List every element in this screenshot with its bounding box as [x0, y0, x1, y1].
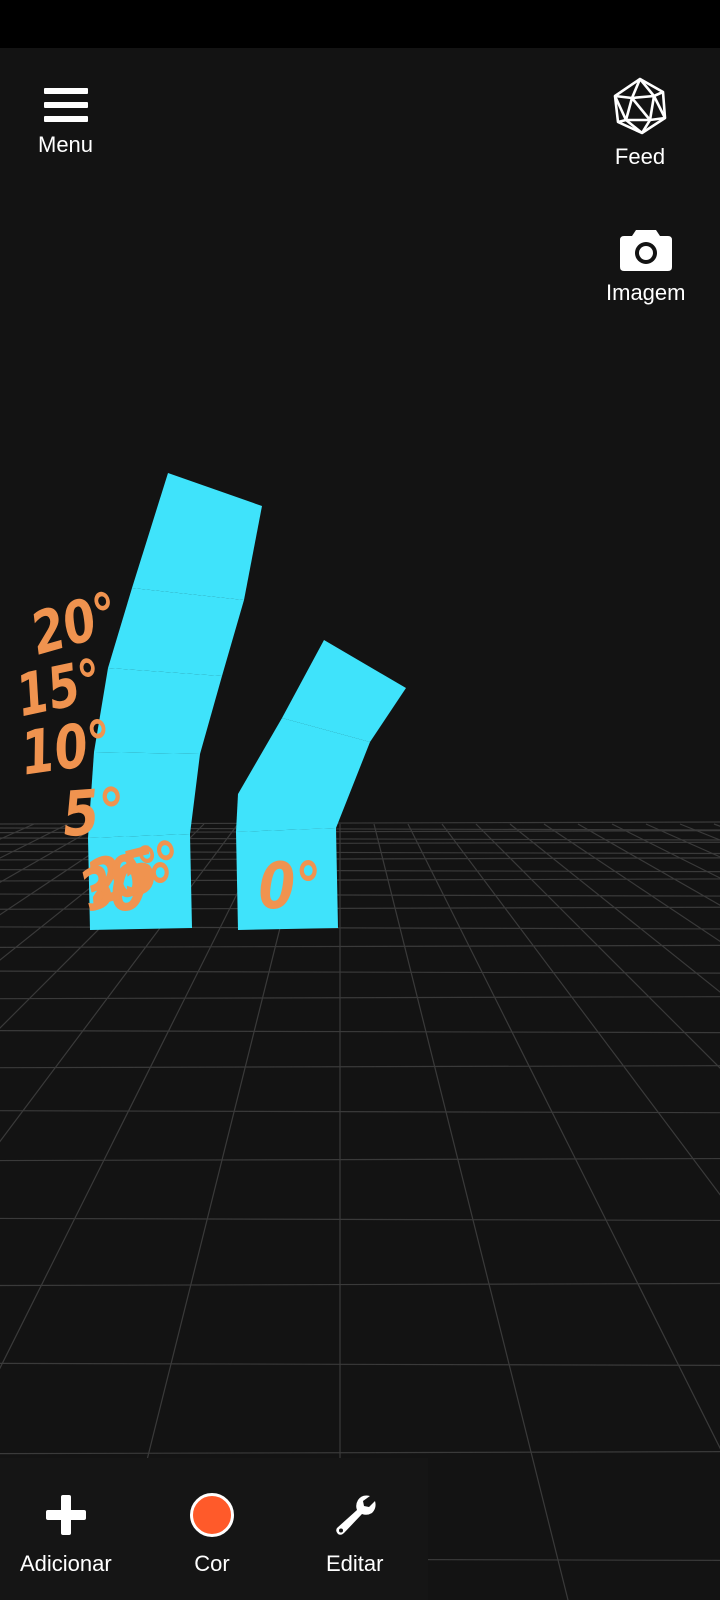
grid-line [509, 823, 720, 993]
color-dot-icon [190, 1493, 234, 1537]
edit-label: Editar [326, 1551, 384, 1576]
add-button[interactable]: Adicionar [20, 1493, 112, 1577]
feed-label: Feed [614, 144, 666, 169]
grid-line [0, 1065, 720, 1069]
segment-label-left-1: 5° [60, 775, 128, 851]
grid-line [475, 823, 720, 1069]
menu-icon [43, 86, 88, 124]
image-button[interactable]: Imagem [606, 226, 685, 306]
grid-line [0, 1282, 720, 1287]
grid-line [0, 1030, 720, 1034]
segment-label-right-0: 0° [259, 849, 322, 923]
edit-button[interactable]: Editar [326, 1493, 383, 1577]
camera-icon [619, 226, 673, 272]
grid-line [611, 823, 720, 879]
color-label: Cor [194, 1551, 230, 1576]
segment-left-4[interactable] [132, 473, 262, 600]
grid-line [0, 970, 720, 974]
segment-left-3[interactable] [108, 588, 244, 676]
grid-line [577, 823, 720, 906]
wrench-icon [332, 1493, 378, 1537]
grid-line [407, 823, 720, 1450]
grid-line [679, 823, 720, 841]
grid-line [0, 1157, 720, 1162]
status-bar [0, 0, 720, 48]
menu-label: Menu [38, 132, 94, 157]
icosahedron-icon [610, 76, 670, 136]
grid-line [0, 1110, 720, 1114]
grid-line [0, 1451, 720, 1455]
feed-button[interactable]: Feed [610, 76, 670, 170]
grid-line [0, 1217, 720, 1222]
plus-icon [45, 1493, 86, 1537]
grid-line [0, 944, 720, 949]
segment-left-2[interactable] [94, 668, 222, 754]
menu-button[interactable]: Menu [38, 86, 93, 158]
image-label: Imagem [606, 280, 686, 305]
grid-line [543, 823, 720, 943]
add-label: Adicionar [20, 1551, 112, 1576]
color-button[interactable]: Cor [190, 1493, 234, 1577]
grid-line [0, 1362, 720, 1366]
grid-line [645, 823, 720, 858]
grid-line [441, 823, 720, 1196]
segment-label-left-4: 20° [24, 580, 127, 669]
ar-viewer-screen: 0° 5° 10° 15° 20° 0° 25° 30° Menu Feed I… [0, 0, 720, 1600]
